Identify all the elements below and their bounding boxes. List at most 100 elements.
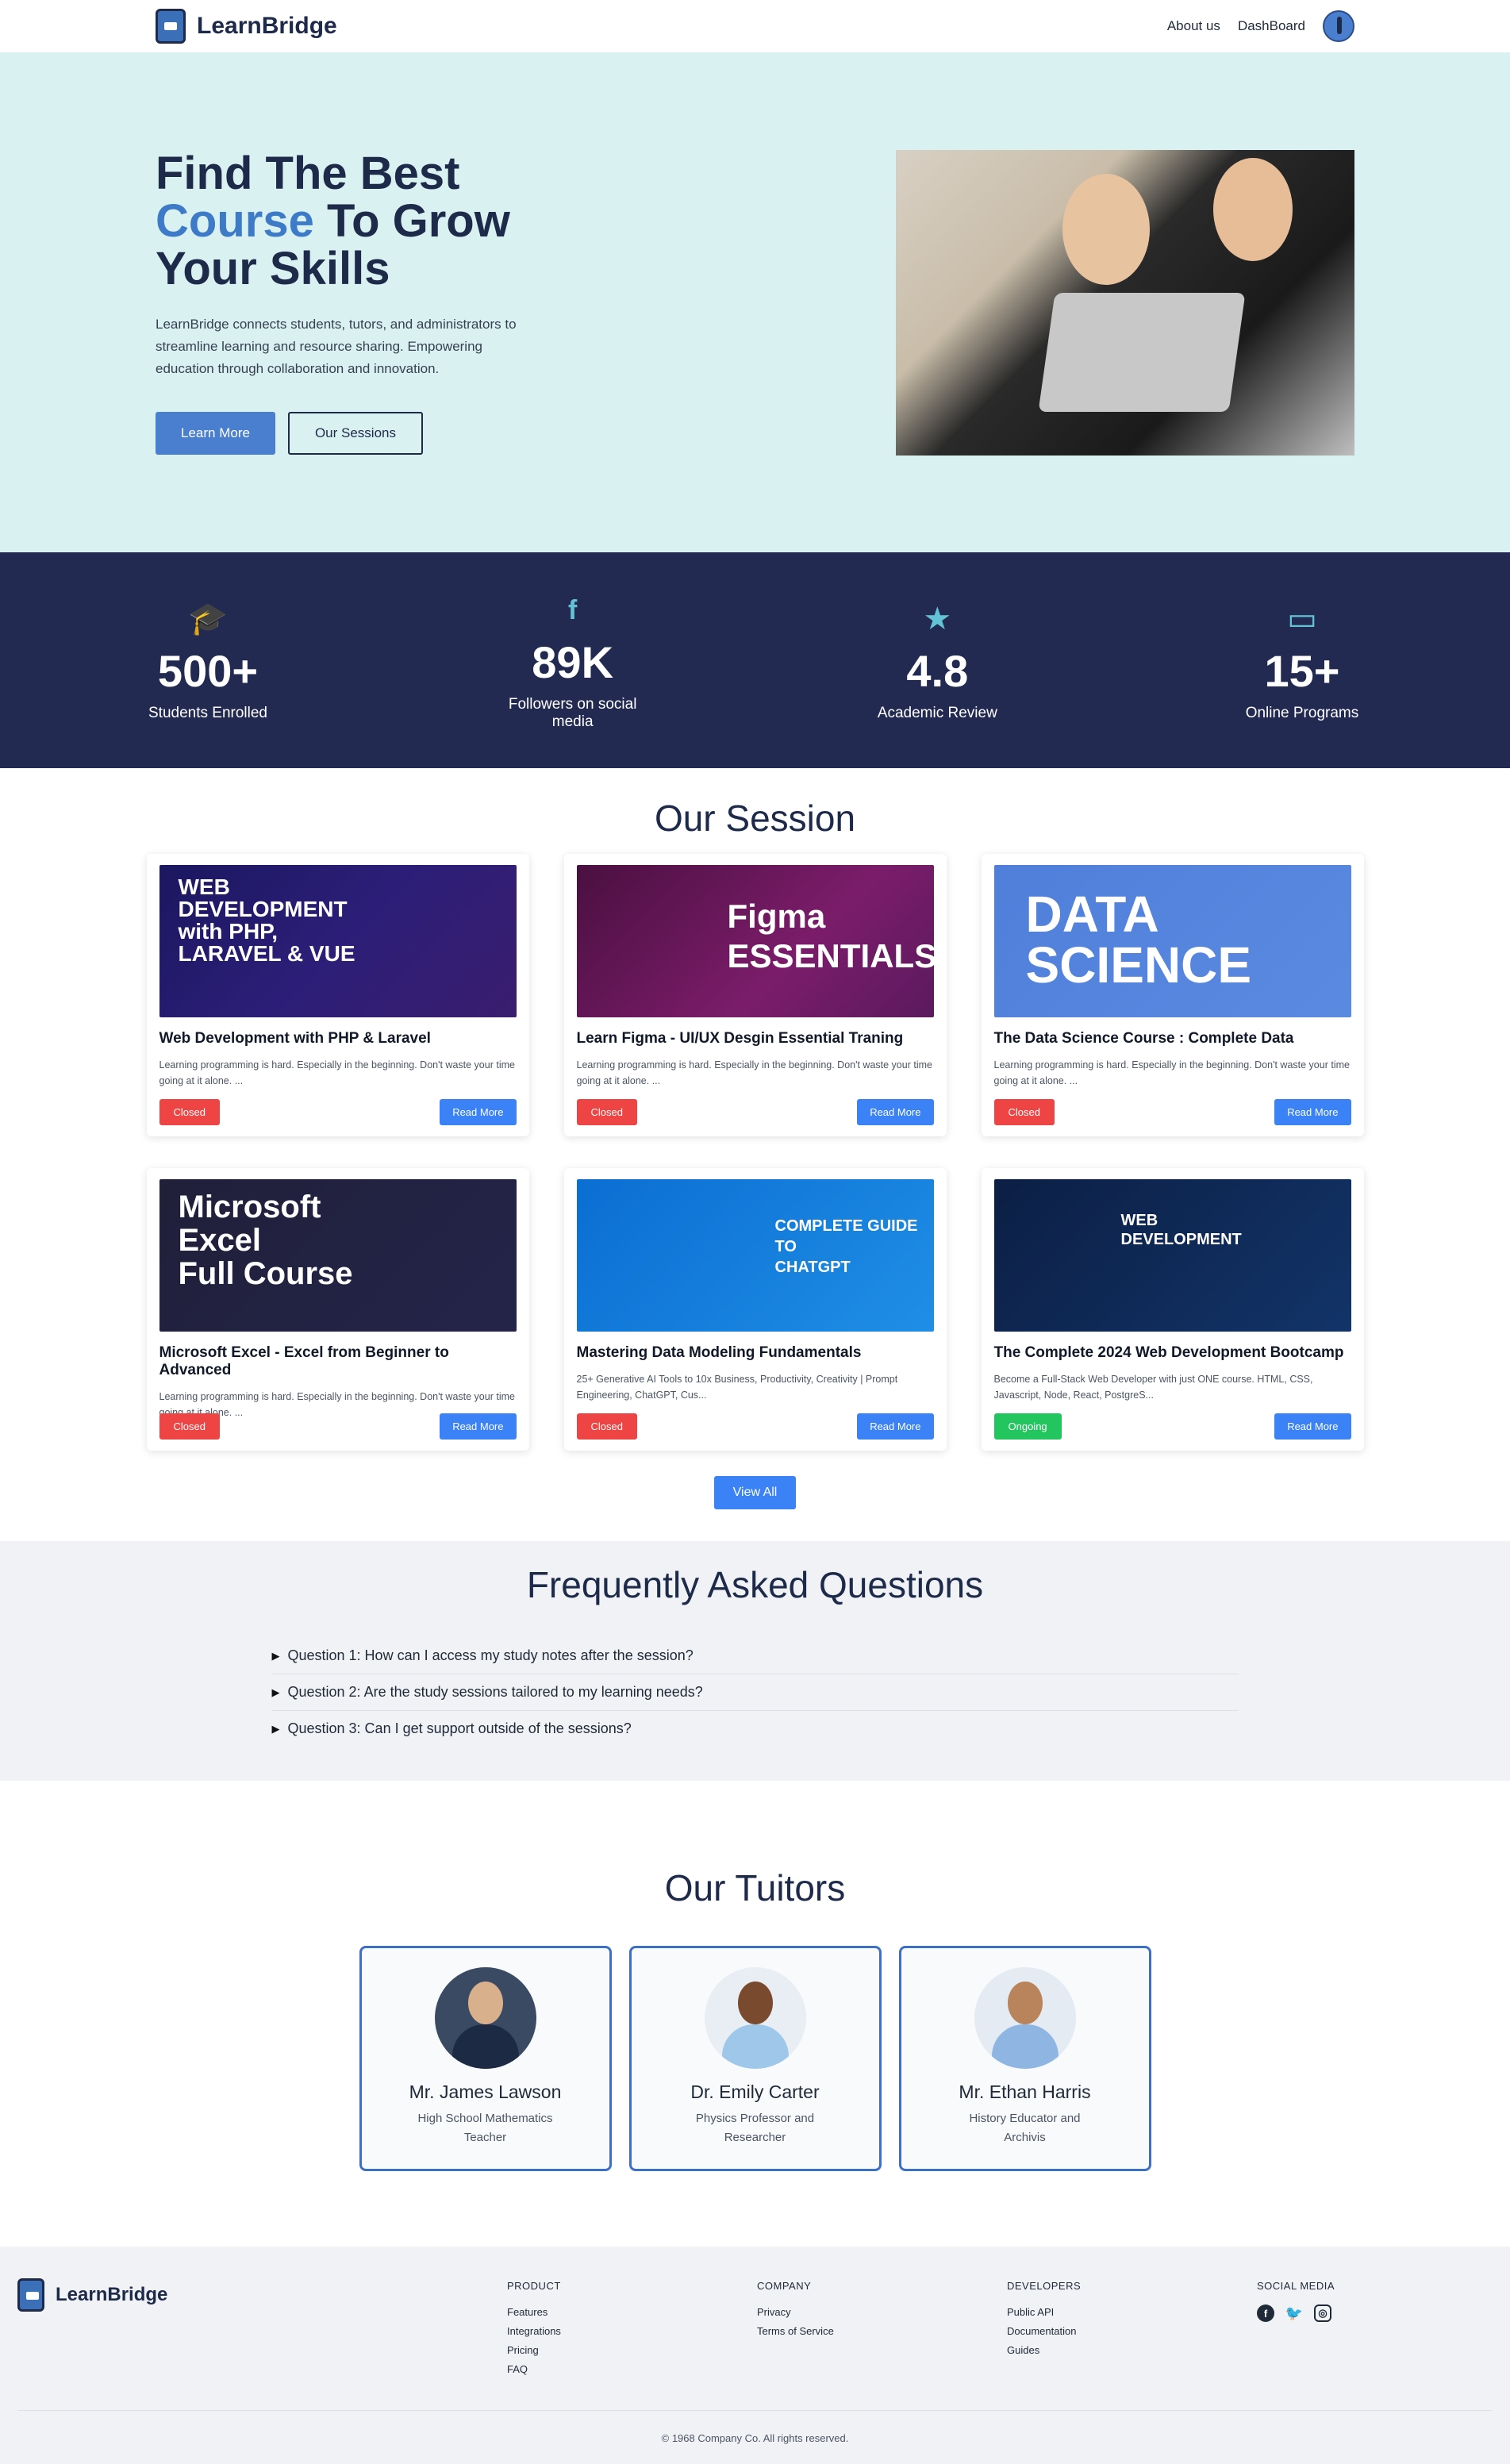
tutor-role: History Educator and Archivis [969,2112,1081,2144]
session-card-image-text: WEB DEVELOPMENT [1120,1212,1242,1248]
session-card-description: Become a Full-Stack Web Developer with j… [993,1374,1313,1401]
faq-item[interactable]: ▶ Question 3: Can I get support outside … [272,1711,1239,1747]
nav-link-dashboard[interactable]: DashBoard [1238,18,1305,34]
footer-links: Public API Documentation Guides [1007,2303,1081,2360]
footer-column-company: COMPANY Privacy Terms of Service [757,2280,834,2341]
session-card[interactable]: Microsoft Excel Full Course Microsoft Ex… [146,1168,529,1451]
session-card-image-text: DATA SCIENCE [1025,886,1252,994]
session-card-title: Microsoft Excel - Excel from Beginner to… [159,1344,449,1378]
footer-link[interactable]: Terms of Service [757,2322,834,2341]
session-card-image: WEB DEVELOPMENT with PHP, LARAVEL & VUE [159,865,517,1017]
faq-item[interactable]: ▶ Question 2: Are the study sessions tai… [271,1674,1239,1711]
footer-link[interactable]: Public API [1007,2303,1081,2322]
hero-title-line2: To Grow [313,195,510,247]
session-card-description: Learning programming is hard. Especially… [159,1059,515,1086]
tutor-card[interactable]: Dr. Emily Carter Physics Professor and R… [628,1946,882,2171]
faq-item[interactable]: ▶ Question 1: How can I access my study … [271,1638,1239,1674]
session-card[interactable]: WEB DEVELOPMENT with PHP, LARAVEL & VUE … [146,854,529,1136]
read-more-button[interactable]: Read More [1274,1413,1351,1440]
logo-icon [156,9,186,44]
tutor-name: Dr. Emily Carter [690,2082,820,2102]
footer-links: Features Integrations Pricing FAQ [507,2303,561,2379]
footer-links: Privacy Terms of Service [757,2303,834,2341]
tutor-role: High School Mathematics Teacher [417,2112,553,2144]
session-card-image-text: COMPLETE GUIDE TO CHATGPT [774,1217,918,1276]
footer-divider [17,2410,1493,2411]
status-badge: Closed [576,1413,637,1440]
stat-label: Followers on social media [508,695,637,730]
session-card-image-text: Figma ESSENTIALS [727,898,934,975]
session-card[interactable]: Figma ESSENTIALS Learn Figma - UI/UX Des… [563,854,947,1136]
session-card-image: Microsoft Excel Full Course [159,1179,517,1332]
facebook-icon[interactable]: f [1257,2304,1274,2322]
stat-value: 4.8 [906,645,969,696]
read-more-button[interactable]: Read More [1274,1099,1351,1125]
footer-column-developers: DEVELOPERS Public API Documentation Guid… [1007,2280,1081,2360]
brand[interactable]: LearnBridge [156,9,337,44]
footer-brand-name: LearnBridge [56,2284,168,2305]
stat-value: 500+ [157,645,259,696]
hero-title: Find The Best Course To Grow Your Skills [156,150,536,293]
read-more-button[interactable]: Read More [440,1413,517,1440]
star-icon: ★ [923,601,952,636]
session-card-image: Figma ESSENTIALS [576,865,934,1017]
logo-icon [17,2278,44,2312]
our-sessions-button[interactable]: Our Sessions [287,412,423,455]
session-card-description: Learning programming is hard. Especially… [576,1059,932,1086]
hero-title-line3: Your Skills [156,243,390,294]
tutor-card[interactable]: Mr. James Lawson High School Mathematics… [359,1946,612,2171]
footer-column-heading: PRODUCT [507,2280,561,2292]
tutor-card[interactable]: Mr. Ethan Harris History Educator and Ar… [898,1946,1151,2171]
session-card-description: 25+ Generative AI Tools to 10x Business,… [576,1374,898,1401]
triangle-right-icon: ▶ [271,1649,280,1662]
social-icons: f 🐦 ◎ [1257,2304,1335,2322]
copyright: © 1968 Company Co. All rights reserved. [661,2432,849,2444]
tutors-section: Our Tuitors Mr. James Lawson High School… [0,1781,1510,2261]
chalkboard-teacher-icon: ▭ [1287,601,1317,636]
read-more-button[interactable]: Read More [857,1099,934,1125]
footer-link[interactable]: Integrations [507,2322,561,2341]
sessions-title: Our Session [654,798,856,839]
stat-label: Online Programs [1245,704,1359,721]
nav-link-about-us[interactable]: About us [1167,18,1220,34]
footer-link[interactable]: Guides [1007,2341,1081,2360]
graduation-cap-icon: 🎓 [188,601,228,636]
footer-link[interactable]: Documentation [1007,2322,1081,2341]
read-more-button[interactable]: Read More [857,1413,934,1440]
navbar: LearnBridge About us DashBoard [0,0,1510,52]
footer-link[interactable]: Features [507,2303,561,2322]
session-card[interactable]: DATA SCIENCE The Data Science Course : C… [981,854,1364,1136]
learn-more-button[interactable]: Learn More [156,412,275,455]
footer-link[interactable]: Pricing [507,2341,561,2360]
session-card-title: Learn Figma - UI/UX Desgin Essential Tra… [576,1030,904,1047]
session-card-image: DATA SCIENCE [993,865,1351,1017]
footer-column-heading: SOCIAL MEDIA [1257,2280,1335,2292]
nav-links: About us DashBoard [1167,10,1354,42]
footer: LearnBridge PRODUCT Features Integration… [0,2247,1510,2464]
session-card-footer: Closed Read More [576,1099,934,1125]
session-card[interactable]: COMPLETE GUIDE TO CHATGPT Mastering Data… [563,1168,947,1451]
view-all-button[interactable]: View All [713,1476,797,1509]
hero-image-person-1 [1062,173,1150,285]
triangle-right-icon: ▶ [271,1686,280,1698]
session-card-description: Learning programming is hard. Especially… [993,1059,1350,1086]
footer-brand[interactable]: LearnBridge [17,2278,167,2312]
status-badge: Closed [993,1099,1055,1125]
status-badge: Closed [159,1099,220,1125]
session-card-footer: Closed Read More [159,1099,517,1125]
hero-title-accent: Course [156,195,314,247]
hero-image-laptop [1038,292,1246,412]
hero-title-line1: Find The Best [156,148,460,199]
footer-link[interactable]: FAQ [507,2360,561,2379]
instagram-icon[interactable]: ◎ [1314,2304,1331,2322]
session-card-title: The Complete 2024 Web Development Bootca… [993,1344,1344,1361]
session-card-footer: Ongoing Read More [993,1413,1351,1440]
footer-link[interactable]: Privacy [757,2303,834,2322]
footer-column-product: PRODUCT Features Integrations Pricing FA… [507,2280,561,2379]
user-avatar[interactable] [1323,10,1354,42]
stat-label: Academic Review [877,704,997,721]
footer-column-heading: DEVELOPERS [1007,2280,1082,2292]
session-card[interactable]: WEB DEVELOPMENT The Complete 2024 Web De… [981,1168,1364,1451]
twitter-icon[interactable]: 🐦 [1285,2304,1303,2322]
read-more-button[interactable]: Read More [440,1099,517,1125]
